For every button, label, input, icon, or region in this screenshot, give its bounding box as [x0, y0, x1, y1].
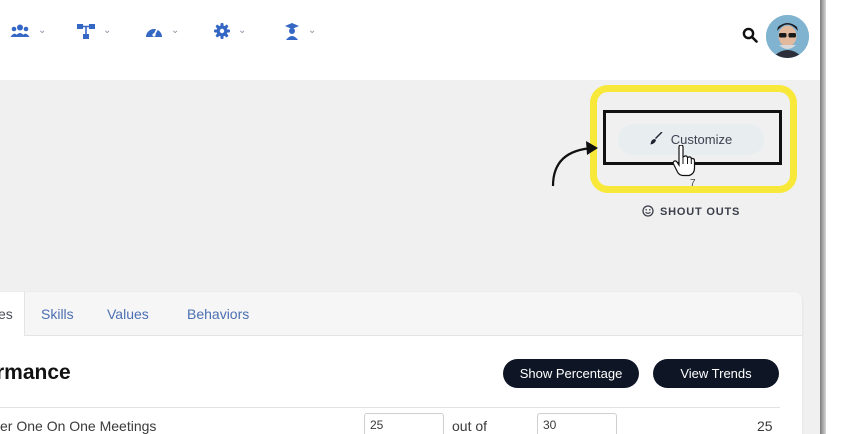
tab-skills[interactable]: Skills	[41, 292, 74, 336]
row-divider	[0, 407, 780, 408]
search-icon[interactable]	[742, 27, 758, 48]
tab-label: es	[0, 306, 13, 322]
tab-behaviors[interactable]: Behaviors	[187, 292, 249, 336]
chevron-down-icon: ⌄	[308, 25, 317, 36]
paintbrush-icon	[650, 131, 663, 148]
users-icon	[10, 23, 30, 39]
tab-label: Behaviors	[187, 306, 250, 322]
nav-learning-menu[interactable]: ⌄	[284, 20, 316, 42]
shout-outs-label: SHOUT OUTS	[660, 206, 741, 218]
app-window: ⌄ ⌄ ⌄ ⌄ ⌄ Customize 7 SHOUT OUTS es Skil…	[0, 0, 820, 434]
hand-cursor-icon	[672, 144, 696, 182]
avatar[interactable]	[766, 15, 809, 58]
smiley-icon	[642, 204, 654, 220]
window-edge-shadow	[820, 0, 826, 434]
nav-org-menu[interactable]: ⌄	[77, 20, 111, 42]
shout-outs-link[interactable]: SHOUT OUTS	[642, 204, 740, 220]
dashboard-gauge-icon	[145, 23, 163, 39]
chevron-down-icon: ⌄	[38, 25, 47, 36]
gear-icon	[214, 23, 230, 39]
tab-label: Values	[107, 306, 149, 322]
performance-card: es Skills Values Behaviors rmance Show P…	[0, 292, 802, 434]
graduation-cap-icon	[284, 22, 300, 40]
top-navbar: ⌄ ⌄ ⌄ ⌄ ⌄	[0, 0, 820, 80]
view-trends-button[interactable]: View Trends	[653, 359, 779, 388]
chevron-down-icon: ⌄	[103, 25, 112, 36]
score-input[interactable]	[364, 413, 444, 434]
section-title: rmance	[0, 361, 71, 384]
tab-label: Skills	[41, 306, 74, 322]
curved-arrow-icon	[548, 136, 606, 193]
tab-bar: es Skills Values Behaviors	[0, 292, 802, 336]
nav-people-menu[interactable]: ⌄	[10, 20, 46, 42]
org-chart-icon	[77, 23, 95, 39]
chevron-down-icon: ⌄	[238, 25, 247, 36]
tab-objectives[interactable]: es	[0, 292, 25, 336]
nav-settings-menu[interactable]: ⌄	[214, 20, 246, 42]
show-percentage-button[interactable]: Show Percentage	[503, 359, 639, 388]
nav-dashboard-menu[interactable]: ⌄	[145, 20, 179, 42]
target-input[interactable]	[537, 413, 617, 434]
row-label: er One On One Meetings	[0, 418, 157, 434]
tab-values[interactable]: Values	[107, 292, 149, 336]
small-mark: 7	[690, 178, 696, 189]
out-of-label: out of	[452, 418, 488, 434]
row-score: 25	[757, 418, 773, 434]
chevron-down-icon: ⌄	[171, 25, 180, 36]
